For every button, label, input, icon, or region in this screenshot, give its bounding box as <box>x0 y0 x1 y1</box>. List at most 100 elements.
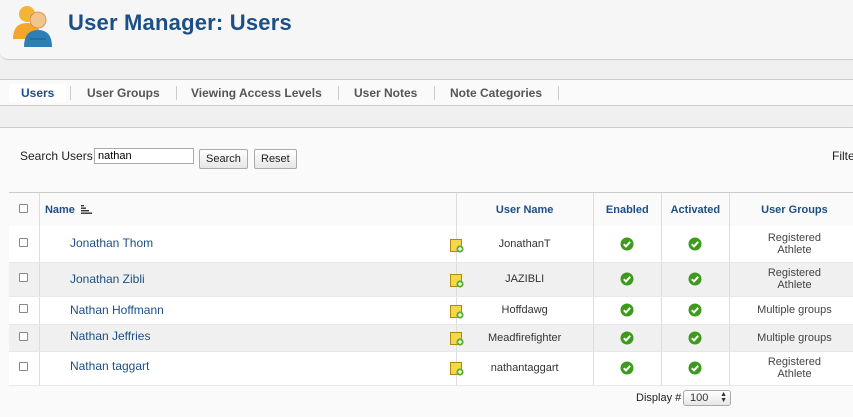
search-input[interactable] <box>94 148 194 164</box>
activated-cell <box>661 262 730 297</box>
row-checkbox-cell <box>9 296 40 325</box>
username-cell: JAZIBLI <box>456 262 594 297</box>
user-name-link[interactable]: Jonathan Zibli <box>70 272 145 286</box>
user-name-link[interactable]: Nathan Jeffries <box>70 329 151 343</box>
username-cell: nathantaggart <box>456 351 594 386</box>
group-name: Multiple groups <box>757 304 832 316</box>
row-checkbox[interactable] <box>19 331 29 341</box>
name-cell: Nathan Hoffmann <box>39 296 464 325</box>
enabled-cell <box>593 351 662 386</box>
column-user-groups: User Groups <box>729 193 853 226</box>
search-label: Search Users <box>20 149 93 163</box>
name-cell: Nathan Jeffries <box>39 324 464 352</box>
reset-button[interactable]: Reset <box>254 149 297 169</box>
group-name: Athlete <box>777 243 812 256</box>
table-row: Jonathan Zibli JAZIBLI Registered Athlete <box>9 262 853 297</box>
tab-divider <box>558 86 559 100</box>
display-label: Display # <box>636 392 682 404</box>
row-checkbox[interactable] <box>19 237 29 247</box>
search-button[interactable]: Search <box>199 149 248 169</box>
activated-cell <box>661 324 730 352</box>
user-name-link[interactable]: Jonathan Thom <box>70 236 153 250</box>
tab-bar: Users User Groups Viewing Access Levels … <box>0 79 853 106</box>
name-cell: Jonathan Zibli <box>39 262 464 297</box>
tab-user-groups[interactable]: User Groups <box>87 86 160 100</box>
row-checkbox-cell <box>9 324 40 352</box>
add-note-icon[interactable] <box>449 273 464 288</box>
activated-check-icon <box>688 237 702 251</box>
select-arrows-icon: ▲ ▼ <box>720 391 727 404</box>
row-checkbox[interactable] <box>19 304 29 313</box>
enabled-check-icon[interactable] <box>620 237 634 251</box>
main-panel: Search Users Search Reset Filte Name <box>0 127 853 417</box>
user-groups-cell: Registered Athlete <box>729 262 853 297</box>
select-all-header <box>9 193 40 226</box>
row-checkbox-cell <box>9 351 40 386</box>
row-checkbox-cell <box>9 226 40 263</box>
user-groups-cell: Registered Athlete <box>729 351 853 386</box>
group-name: Registered <box>767 231 822 244</box>
table-row: Nathan Jeffries Meadfirefighter Multiple… <box>9 324 853 352</box>
activated-check-icon <box>688 331 702 344</box>
display-count-select[interactable]: 100 ▲ ▼ <box>683 390 731 406</box>
tab-divider <box>338 86 339 100</box>
tab-viewing-access-levels[interactable]: Viewing Access Levels <box>191 86 322 100</box>
tab-user-notes[interactable]: User Notes <box>354 86 417 100</box>
username-cell: Meadfirefighter <box>456 324 594 352</box>
page-header: User Manager: Users <box>0 0 853 60</box>
column-name-label[interactable]: Name <box>45 204 75 216</box>
username-cell: Hoffdawg <box>456 296 594 325</box>
row-checkbox[interactable] <box>19 273 29 282</box>
enabled-check-icon[interactable] <box>620 361 634 375</box>
table-row: Jonathan Thom JonathanT Registered Athlet… <box>9 226 853 263</box>
column-activated[interactable]: Activated <box>661 193 730 226</box>
group-name: Athlete <box>777 279 812 291</box>
tab-divider <box>70 86 71 100</box>
user-groups-cell: Registered Athlete <box>729 226 853 263</box>
name-cell: Nathan taggart <box>39 351 464 386</box>
group-name: Registered <box>767 267 822 279</box>
group-name: Multiple groups <box>757 331 832 344</box>
column-username[interactable]: User Name <box>456 193 594 226</box>
table-row: Nathan taggart nathantaggart Registered A… <box>9 351 853 386</box>
group-name: Registered <box>767 356 822 368</box>
add-note-icon[interactable] <box>449 331 464 346</box>
filter-label: Filte <box>832 149 853 163</box>
row-checkbox[interactable] <box>19 362 29 371</box>
enabled-check-icon[interactable] <box>620 331 634 345</box>
user-groups-cell: Multiple groups <box>729 296 853 325</box>
add-note-icon[interactable] <box>449 239 464 253</box>
add-note-icon[interactable] <box>449 361 464 376</box>
user-name-link[interactable]: Nathan Hoffmann <box>70 303 164 317</box>
name-cell: Jonathan Thom <box>39 226 464 263</box>
table-row: Nathan Hoffmann Hoffdawg Multiple groups <box>9 296 853 325</box>
tab-note-categories[interactable]: Note Categories <box>450 86 542 100</box>
user-name-link[interactable]: Nathan taggart <box>70 359 149 373</box>
activated-check-icon <box>688 361 702 375</box>
row-checkbox-cell <box>9 262 40 297</box>
enabled-cell <box>593 296 662 325</box>
group-name: Athlete <box>777 368 812 380</box>
enabled-cell <box>593 262 662 297</box>
activated-cell <box>661 226 730 263</box>
display-count-value: 100 <box>690 392 709 404</box>
enabled-cell <box>593 324 662 352</box>
page-title: User Manager: Users <box>68 10 292 35</box>
username-cell: JonathanT <box>456 226 594 263</box>
column-name[interactable]: Name <box>39 193 457 226</box>
enabled-check-icon[interactable] <box>620 272 634 286</box>
table-header-row: Name User Name Enabled Activated User Gr… <box>9 193 853 226</box>
activated-cell <box>661 296 730 325</box>
select-all-checkbox[interactable] <box>19 203 29 213</box>
column-enabled[interactable]: Enabled <box>593 193 662 226</box>
tab-divider <box>176 86 177 100</box>
activated-check-icon <box>688 272 702 286</box>
enabled-check-icon[interactable] <box>620 303 634 317</box>
tab-users[interactable]: Users <box>9 84 67 102</box>
enabled-cell <box>593 226 662 263</box>
sort-ascending-icon[interactable] <box>81 205 93 214</box>
activated-check-icon <box>688 303 702 317</box>
add-note-icon[interactable] <box>449 304 464 319</box>
tab-divider <box>434 86 435 100</box>
activated-cell <box>661 351 730 386</box>
